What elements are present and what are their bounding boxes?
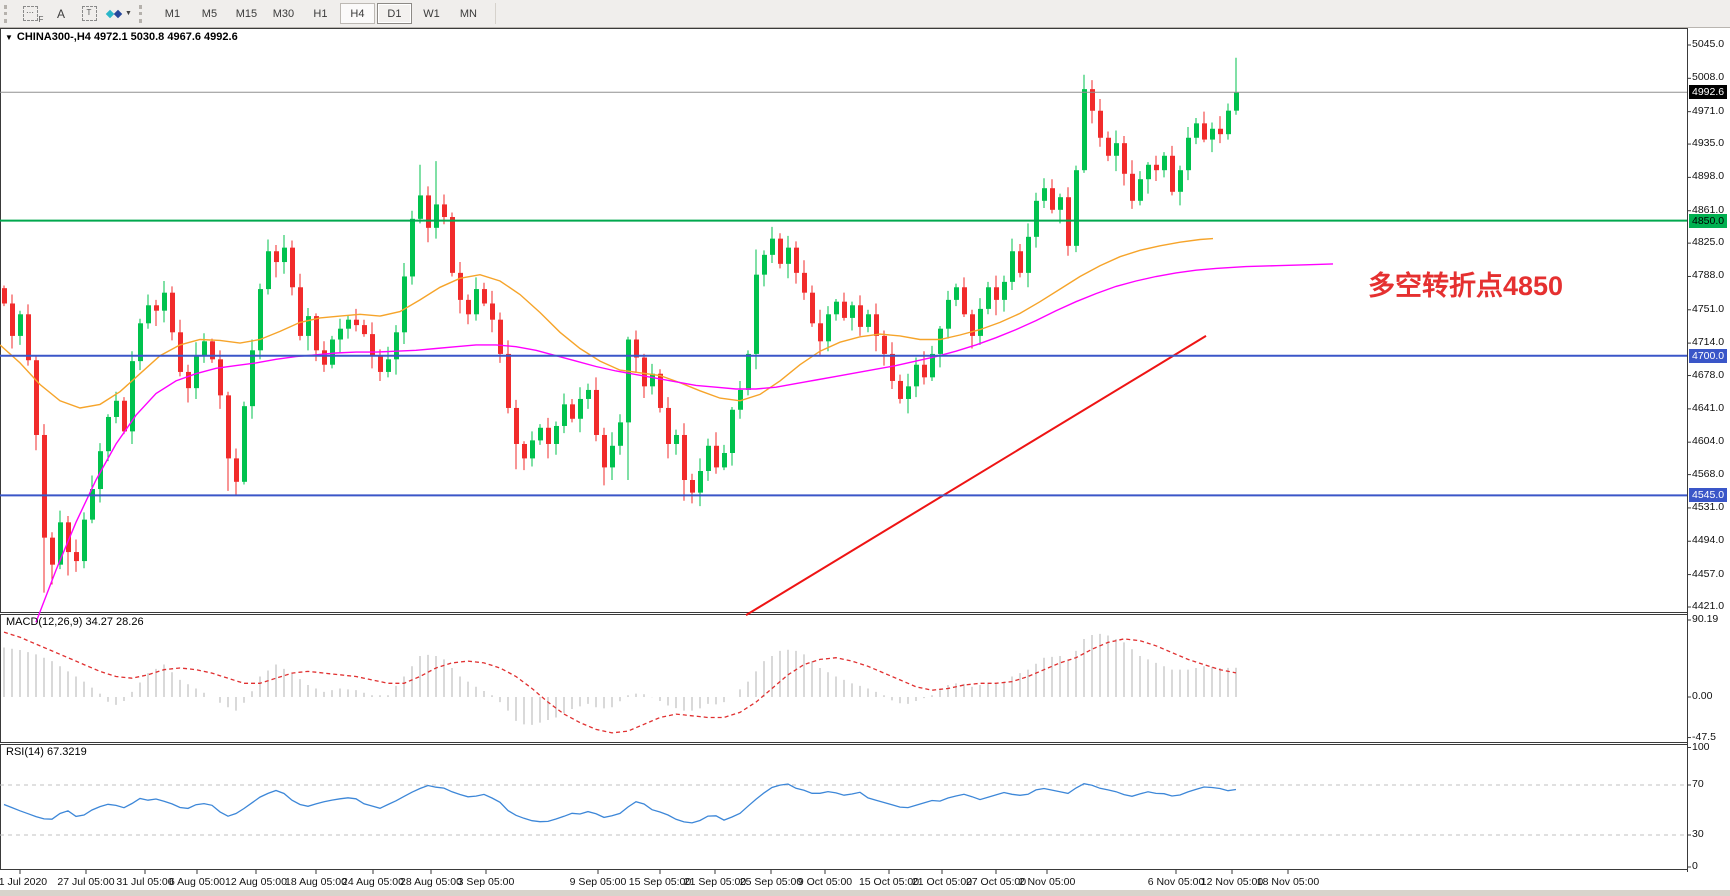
time-tick-label: 21 Sep 05:00 (684, 876, 746, 888)
price-tick-label: 4971.0 (1692, 105, 1724, 117)
price-tick-label: 4678.0 (1692, 369, 1724, 381)
toolbar: ⋯FAT ▼ M1M5M15M30H1H4D1W1MN (0, 0, 1730, 28)
time-tick-label: 27 Jul 05:00 (57, 876, 114, 888)
price-tick-label: 5008.0 (1692, 71, 1724, 83)
price-tick-label: 4751.0 (1692, 303, 1724, 315)
macd-indicator-label: MACD(12,26,9) 34.27 28.26 (6, 616, 144, 628)
timeframe-grip-icon[interactable] (139, 5, 148, 23)
chart-canvas[interactable] (0, 0, 1730, 896)
text-label-tool-button[interactable]: A (49, 3, 73, 25)
price-tick-label: 4604.0 (1692, 435, 1724, 447)
timeframe-button-M1[interactable]: M1 (155, 3, 190, 24)
time-tick-label: 28 Aug 05:00 (400, 876, 462, 888)
time-tick-label: 9 Oct 05:00 (798, 876, 852, 888)
chart-text-annotation[interactable]: 多空转折点4850 (1368, 264, 1563, 303)
timeframe-button-D1[interactable]: D1 (377, 3, 412, 24)
price-tick-label: 4788.0 (1692, 269, 1724, 281)
rsi-tick-label: 100 (1692, 741, 1710, 753)
price-tick-label: 4714.0 (1692, 336, 1724, 348)
price-tick-label: 4457.0 (1692, 568, 1724, 580)
drawing-toolbar: ⋯FAT ▼ (19, 3, 135, 25)
price-level-chip: 4545.0 (1689, 488, 1727, 502)
arrow-objects-tool-button[interactable]: ▼ (105, 3, 133, 25)
timeframe-button-M15[interactable]: M15 (229, 3, 264, 24)
time-tick-label: 21 Oct 05:00 (912, 876, 972, 888)
time-tick-label: 18 Nov 05:00 (1257, 876, 1319, 888)
price-level-chip: 4850.0 (1689, 214, 1727, 228)
price-tick-label: 5045.0 (1692, 38, 1724, 50)
price-tick-label: 4898.0 (1692, 170, 1724, 182)
timeframe-button-H4[interactable]: H4 (340, 3, 375, 24)
text-box-icon: T (82, 6, 97, 21)
rsi-tick-label: 70 (1692, 778, 1704, 790)
time-tick-label: 12 Aug 05:00 (225, 876, 287, 888)
timeframe-button-M5[interactable]: M5 (192, 3, 227, 24)
price-tick-label: 4641.0 (1692, 402, 1724, 414)
time-tick-label: 15 Oct 05:00 (859, 876, 919, 888)
price-level-chip: 4992.6 (1689, 85, 1727, 99)
time-tick-label: 12 Nov 05:00 (1201, 876, 1263, 888)
time-tick-label: 24 Aug 05:00 (342, 876, 404, 888)
rsi-indicator-label: RSI(14) 67.3219 (6, 746, 87, 758)
timeframe-button-W1[interactable]: W1 (414, 3, 449, 24)
text-box-tool-button[interactable]: T (77, 3, 101, 25)
chart-title: ▼ CHINA300-,H4 4972.1 5030.8 4967.6 4992… (5, 31, 238, 43)
rsi-tick-label: 30 (1692, 828, 1704, 840)
time-tick-label: 27 Oct 05:00 (966, 876, 1026, 888)
time-tick-label: 18 Aug 05:00 (285, 876, 347, 888)
mt4-chart-window: ⋯FAT ▼ M1M5M15M30H1H4D1W1MN ▼ CHINA300-,H… (0, 0, 1730, 896)
timeframe-button-M30[interactable]: M30 (266, 3, 301, 24)
price-tick-label: 4825.0 (1692, 236, 1724, 248)
chart-shift-tool-button[interactable]: ⋯F (21, 3, 45, 25)
ohlc-toggle-icon[interactable]: ▼ (5, 33, 13, 42)
time-tick-label: 2 Nov 05:00 (1019, 876, 1076, 888)
time-tick-label: 3 Sep 05:00 (458, 876, 515, 888)
time-tick-label: 6 Aug 05:00 (169, 876, 225, 888)
price-tick-label: 4531.0 (1692, 501, 1724, 513)
toolbar-grip-icon[interactable] (4, 5, 13, 23)
timeframe-toolbar: M1M5M15M30H1H4D1W1MN (154, 3, 496, 24)
time-tick-label: 9 Sep 05:00 (570, 876, 627, 888)
time-tick-label: 21 Jul 2020 (0, 876, 47, 888)
price-tick-label: 4935.0 (1692, 137, 1724, 149)
time-tick-label: 15 Sep 05:00 (629, 876, 691, 888)
time-tick-label: 25 Sep 05:00 (740, 876, 802, 888)
price-tick-label: 4421.0 (1692, 600, 1724, 612)
dashed-grid-icon: ⋯ (23, 6, 38, 21)
arrow-shape-icon (114, 9, 122, 17)
macd-tick-label: 0.00 (1692, 690, 1712, 702)
price-tick-label: 4568.0 (1692, 468, 1724, 480)
rsi-tick-label: 0 (1692, 860, 1698, 872)
timeframe-button-MN[interactable]: MN (451, 3, 486, 24)
macd-tick-label: 90.19 (1692, 613, 1718, 625)
window-bottom-edge (0, 890, 1730, 896)
symbol-ohlc-text: CHINA300-,H4 4972.1 5030.8 4967.6 4992.6 (17, 31, 238, 43)
timeframe-button-H1[interactable]: H1 (303, 3, 338, 24)
time-tick-label: 31 Jul 05:00 (116, 876, 173, 888)
price-level-chip: 4700.0 (1689, 349, 1727, 363)
dropdown-caret-icon: ▼ (125, 10, 132, 17)
time-tick-label: 6 Nov 05:00 (1148, 876, 1205, 888)
price-tick-label: 4494.0 (1692, 534, 1724, 546)
